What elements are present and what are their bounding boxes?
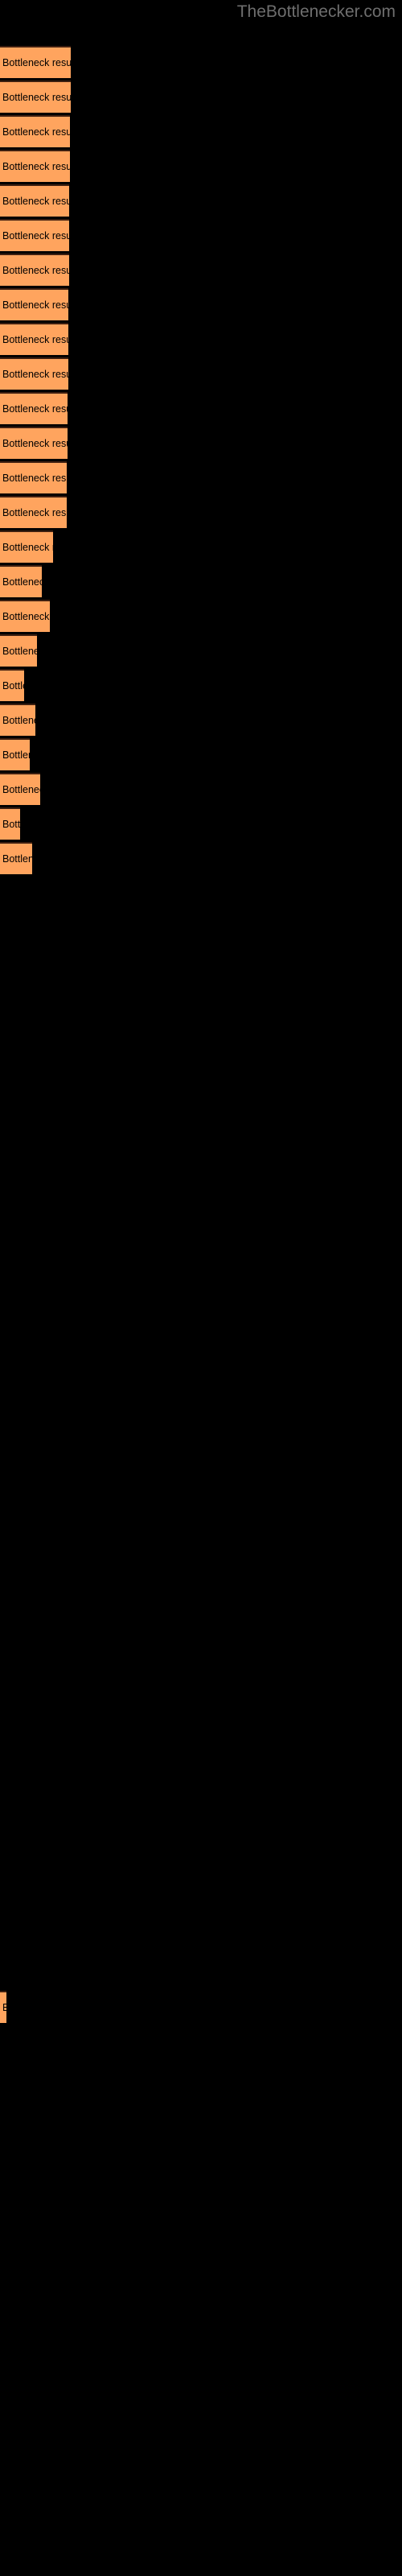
bar-21[interactable]: Bottleneck result — [0, 773, 40, 805]
bar-label: Bottleneck result — [2, 576, 42, 588]
bar-label: Bottleneck result — [2, 473, 67, 484]
bar-label: Bottleneck result — [2, 369, 68, 380]
bar-label: Bottleneck result — [2, 542, 53, 553]
bar-5[interactable]: Bottleneck result — [0, 219, 69, 251]
bar-9[interactable]: Bottleneck result — [0, 357, 68, 390]
bar-1[interactable]: Bottleneck result — [0, 80, 71, 113]
bar-10[interactable]: Bottleneck result — [0, 392, 68, 424]
bar-label: Bottleneck result — [2, 853, 32, 865]
bar-23[interactable]: Bottleneck result — [0, 842, 32, 874]
bar-24[interactable]: Bottleneck result — [0, 1991, 6, 2023]
bar-17[interactable]: Bottleneck result — [0, 634, 37, 667]
bar-label: Bottleneck result — [2, 265, 69, 276]
bar-6[interactable]: Bottleneck result — [0, 254, 69, 286]
bar-0[interactable]: Bottleneck result — [0, 46, 71, 78]
bar-label: Bottleneck result — [2, 161, 70, 172]
bar-13[interactable]: Bottleneck result — [0, 496, 67, 528]
bar-2[interactable]: Bottleneck result — [0, 115, 70, 147]
bar-label: Bottleneck result — [2, 196, 69, 207]
bar-7[interactable]: Bottleneck result — [0, 288, 68, 320]
bar-label: Bottleneck result — [2, 611, 50, 622]
bar-11[interactable]: Bottleneck result — [0, 427, 68, 459]
bar-label: Bottleneck result — [2, 299, 68, 311]
bar-label: Bottleneck result — [2, 230, 69, 242]
bar-12[interactable]: Bottleneck result — [0, 461, 67, 493]
bar-4[interactable]: Bottleneck result — [0, 184, 69, 217]
bottleneck-bar-chart: TheBottlenecker.com Bottleneck result Bot… — [0, 0, 402, 2576]
bar-label: Bottleneck result — [2, 403, 68, 415]
bar-label: Bottleneck result — [2, 57, 71, 68]
bar-19[interactable]: Bottleneck result — [0, 704, 35, 736]
bar-20[interactable]: Bottleneck result — [0, 738, 30, 770]
bar-label: Bottleneck result — [2, 819, 20, 830]
bar-label: Bottleneck result — [2, 507, 67, 518]
bar-8[interactable]: Bottleneck result — [0, 323, 68, 355]
bar-16[interactable]: Bottleneck result — [0, 600, 50, 632]
bar-label: Bottleneck result — [2, 2002, 6, 2013]
bar-label: Bottleneck result — [2, 749, 30, 761]
bar-label: Bottleneck result — [2, 438, 68, 449]
bar-label: Bottleneck result — [2, 784, 40, 795]
bar-label: Bottleneck result — [2, 92, 71, 103]
bar-label: Bottleneck result — [2, 680, 24, 691]
bar-label: Bottleneck result — [2, 334, 68, 345]
bar-15[interactable]: Bottleneck result — [0, 565, 42, 597]
bar-label: Bottleneck result — [2, 646, 37, 657]
bar-label: Bottleneck result — [2, 126, 70, 138]
bars-layer: Bottleneck result Bottleneck result Bottle… — [0, 0, 402, 2576]
bar-3[interactable]: Bottleneck result — [0, 150, 70, 182]
bar-22[interactable]: Bottleneck result — [0, 807, 20, 840]
bar-14[interactable]: Bottleneck result — [0, 530, 53, 563]
bar-label: Bottleneck result — [2, 715, 35, 726]
bar-18[interactable]: Bottleneck result — [0, 669, 24, 701]
